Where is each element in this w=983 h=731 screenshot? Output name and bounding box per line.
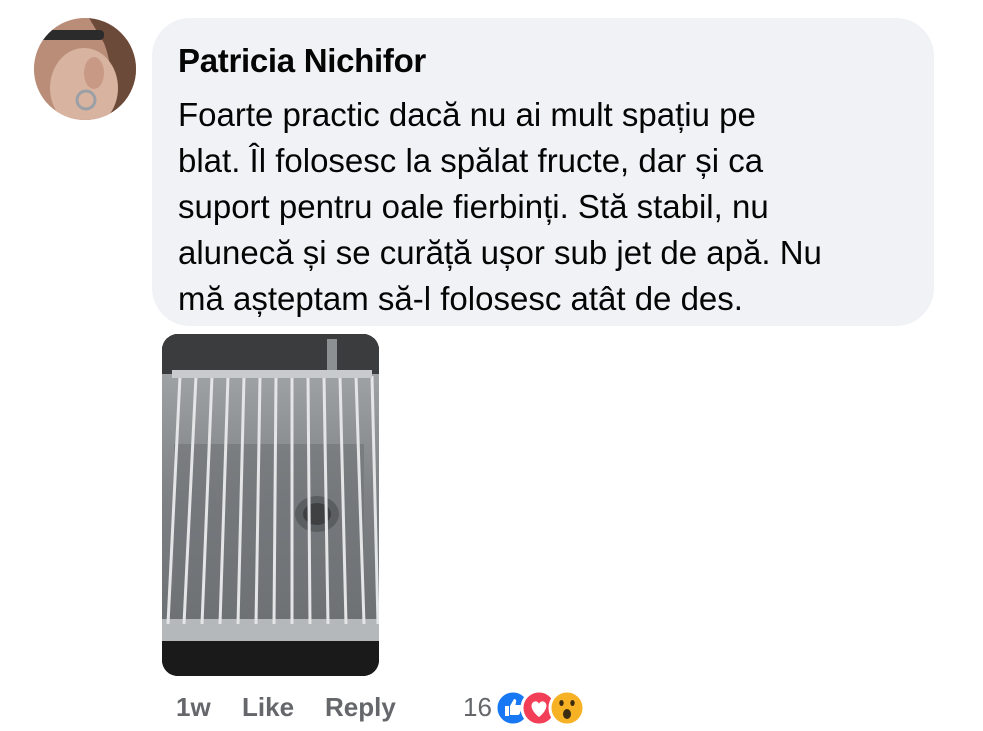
wow-reaction-icon bbox=[548, 689, 586, 727]
comment-bubble: Patricia Nichifor Foarte practic dacă nu… bbox=[152, 18, 934, 326]
sink-rack-image bbox=[162, 334, 379, 676]
comment-photo[interactable] bbox=[162, 334, 379, 676]
avatar-photo bbox=[34, 18, 136, 120]
comment-text: Foarte practic dacă nu ai mult spațiu pe… bbox=[178, 96, 822, 317]
avatar[interactable] bbox=[34, 18, 136, 120]
reply-button[interactable]: Reply bbox=[325, 692, 396, 723]
comment-author[interactable]: Patricia Nichifor bbox=[178, 42, 426, 80]
comment-time[interactable]: 1w bbox=[176, 692, 211, 723]
like-button[interactable]: Like bbox=[242, 692, 294, 723]
reaction-count[interactable]: 16 bbox=[463, 692, 492, 723]
reaction-icons[interactable] bbox=[494, 689, 604, 729]
